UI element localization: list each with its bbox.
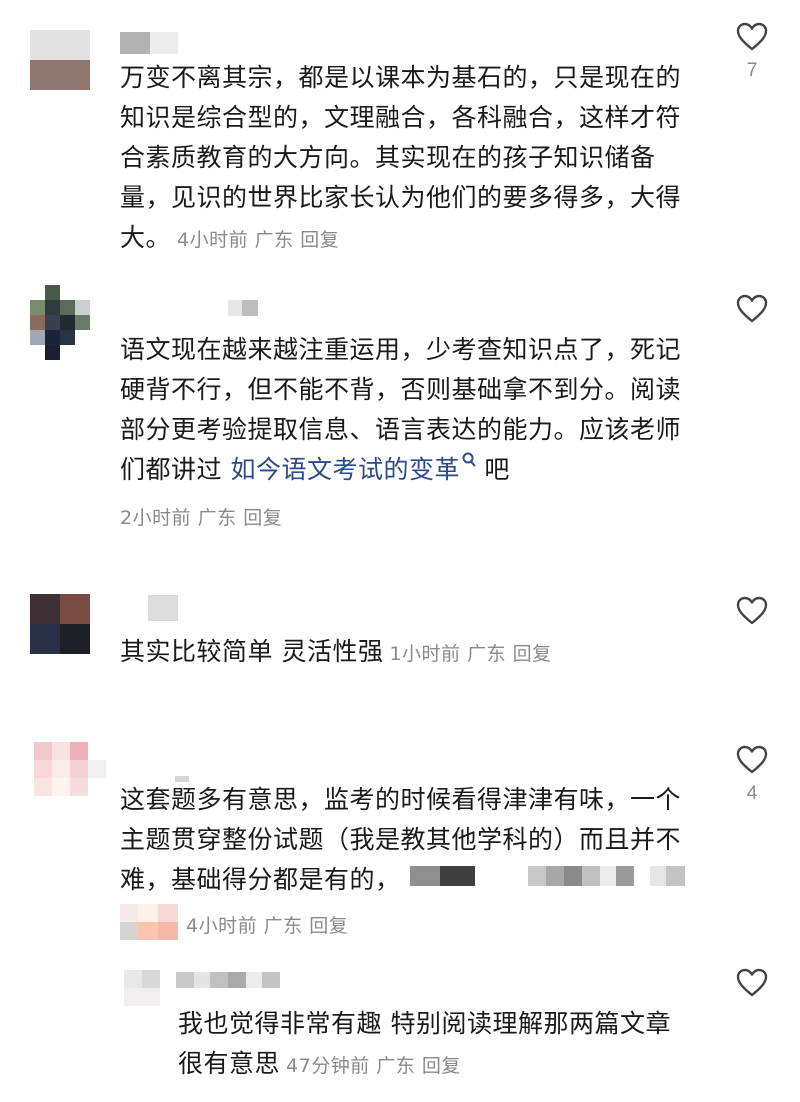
avatar[interactable] — [124, 970, 160, 1006]
username-blurred[interactable] — [176, 972, 280, 988]
redacted-mosaic — [120, 904, 178, 940]
search-link[interactable]: 如今语文考试的变革 — [230, 452, 476, 484]
reply-button[interactable]: 回复 — [243, 507, 282, 529]
like-button[interactable] — [734, 294, 770, 332]
comment-body: 万变不离其宗，都是以课本为基石的，只是现在的知识是综合型的，文理融合，各科融合，… — [120, 63, 682, 252]
comment-text: 我也觉得非常有趣 特别阅读理解那两篇文章很有意思 47分钟前 广东 回复 — [178, 1004, 688, 1086]
comment-meta: 47分钟前 广东 回复 — [286, 1055, 461, 1077]
search-icon — [462, 452, 476, 467]
avatar[interactable] — [30, 285, 90, 360]
reply-button[interactable]: 回复 — [300, 229, 339, 251]
heart-outline-icon — [736, 596, 768, 625]
like-button[interactable]: 7 — [734, 22, 770, 82]
avatar[interactable] — [30, 30, 90, 90]
redacted-mosaic — [410, 866, 685, 886]
like-count: 4 — [746, 783, 758, 804]
comment-meta: 4小时前 广东 回复 — [177, 229, 340, 251]
like-button[interactable] — [734, 968, 770, 1006]
heart-outline-icon — [736, 294, 768, 323]
comment-text: 其实比较简单 灵活性强 1小时前 广东 回复 — [120, 632, 700, 674]
comment-body-tail: 吧 — [475, 455, 510, 484]
username-blurred[interactable] — [228, 300, 258, 316]
username-blurred[interactable] — [120, 32, 178, 54]
comment-body: 其实比较简单 灵活性强 — [120, 637, 384, 666]
reply-button[interactable]: 回复 — [513, 643, 552, 665]
username-blurred[interactable] — [148, 595, 178, 621]
comment-text: 语文现在越来越注重运用，少考查知识点了，死记硬背不行，但不能不背，否则基础拿不到… — [120, 330, 700, 490]
comment-text: 万变不离其宗，都是以课本为基石的，只是现在的知识是综合型的，文理融合，各科融合，… — [120, 58, 700, 260]
reply-button[interactable]: 回复 — [309, 915, 348, 937]
heart-outline-icon — [736, 22, 768, 51]
avatar[interactable] — [30, 594, 90, 654]
heart-outline-icon — [736, 968, 768, 997]
comment-meta: 4小时前 广东 回复 — [186, 915, 349, 937]
heart-outline-icon — [736, 745, 768, 774]
reply-button[interactable]: 回复 — [422, 1055, 461, 1077]
like-count: 7 — [746, 60, 758, 81]
avatar[interactable] — [34, 742, 106, 804]
comment-meta: 1小时前 广东 回复 — [389, 643, 552, 665]
comment-meta: 2小时前 广东 回复 — [120, 507, 283, 529]
like-button[interactable] — [734, 596, 770, 634]
like-button[interactable]: 4 — [734, 745, 770, 805]
